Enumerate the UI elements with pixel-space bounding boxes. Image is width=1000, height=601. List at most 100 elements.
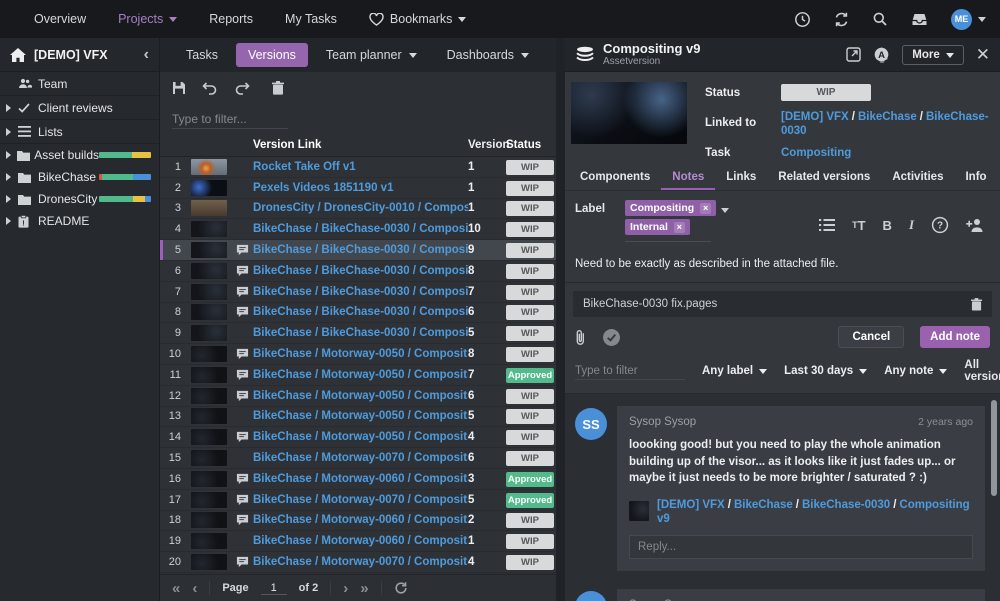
help-icon[interactable]: ? — [931, 216, 949, 234]
collapse-sidebar-icon[interactable]: ‹ — [144, 47, 149, 63]
status-badge[interactable]: WIP — [506, 451, 554, 466]
delete-icon[interactable] — [272, 81, 284, 95]
version-link[interactable]: BikeChase / Motorway-0060 / Compositing … — [253, 473, 468, 485]
status-badge[interactable]: Approved — [506, 368, 554, 383]
table-row[interactable]: 12BikeChase / Motorway-0050 / Compositin… — [160, 386, 556, 407]
detail-tab-notes[interactable]: Notes — [661, 171, 715, 190]
version-link[interactable]: Pexels Videos 1851190 v1 — [253, 182, 468, 194]
table-row[interactable]: 5BikeChase / BikeChase-0030 / Compositin… — [160, 240, 556, 261]
complete-check-icon[interactable] — [602, 328, 621, 347]
last-page-button[interactable]: » — [360, 581, 368, 596]
status-badge[interactable]: WIP — [506, 347, 554, 362]
version-link[interactable]: BikeChase / BikeChase-0030 / Compositing… — [253, 306, 468, 318]
version-link[interactable]: BikeChase / Motorway-0050 / Compositing … — [253, 410, 468, 422]
status-badge[interactable]: Approved — [506, 493, 554, 508]
breadcrumb-link[interactable]: BikeChase — [858, 111, 917, 123]
status-badge[interactable]: WIP — [506, 181, 554, 196]
sidebar-item-bikechase[interactable]: BikeChase — [0, 166, 159, 188]
detail-tab-related-versions[interactable]: Related versions — [767, 171, 881, 190]
version-link[interactable]: BikeChase / Motorway-0060 / Compositing … — [253, 535, 468, 547]
detail-tab-links[interactable]: Links — [715, 171, 767, 190]
chevron-right-icon[interactable] — [6, 151, 17, 159]
breadcrumb-link[interactable]: BikeChase-0030 — [802, 499, 890, 511]
scrollbar-thumb[interactable] — [991, 400, 997, 496]
status-badge[interactable]: WIP — [506, 389, 554, 404]
status-badge[interactable]: WIP — [506, 326, 554, 341]
topnav-item-reports[interactable]: Reports — [193, 0, 269, 38]
table-row[interactable]: 20BikeChase / Motorway-0070 / Compositin… — [160, 552, 556, 573]
table-row[interactable]: 7BikeChase / BikeChase-0030 / Compositin… — [160, 282, 556, 303]
history-clock-icon[interactable] — [794, 11, 811, 28]
column-status[interactable]: Status — [506, 139, 556, 151]
text-size-icon[interactable]: TT — [852, 218, 865, 233]
tab-dashboards[interactable]: Dashboards — [435, 43, 541, 67]
prev-page-button[interactable]: ‹ — [192, 581, 197, 596]
column-version-link[interactable]: Version Link — [253, 139, 468, 151]
undo-icon[interactable] — [202, 82, 218, 95]
version-link[interactable]: BikeChase / Motorway-0050 / Compositing … — [253, 369, 468, 381]
sidebar-item-readme[interactable]: !README — [0, 210, 159, 232]
status-badge[interactable]: WIP — [506, 430, 554, 445]
user-menu[interactable]: ME — [951, 9, 986, 30]
note-draft-text[interactable]: Need to be exactly as described in the a… — [565, 244, 1000, 283]
italic-icon[interactable]: I — [909, 217, 914, 233]
table-row[interactable]: 19BikeChase / Motorway-0060 / Compositin… — [160, 531, 556, 552]
status-badge[interactable]: WIP — [506, 555, 554, 570]
linked-version[interactable]: [DEMO] VFX/BikeChase/BikeChase-0030/Comp… — [629, 497, 973, 525]
next-page-button[interactable]: › — [343, 581, 348, 596]
topnav-item-bookmarks[interactable]: Bookmarks — [353, 0, 483, 38]
status-dropdown[interactable]: WIP — [781, 84, 871, 101]
sidebar-item-team[interactable]: Team — [0, 72, 159, 96]
table-row[interactable]: 16BikeChase / Motorway-0060 / Compositin… — [160, 469, 556, 490]
search-icon[interactable] — [872, 11, 888, 27]
add-person-icon[interactable] — [966, 218, 984, 232]
project-title[interactable]: [DEMO] VFX — [34, 48, 108, 62]
version-preview-thumbnail[interactable] — [571, 82, 687, 144]
detail-tab-components[interactable]: Components — [569, 171, 661, 190]
sidebar-item-client-reviews[interactable]: Client reviews — [0, 96, 159, 120]
filter-dropdown-any-label[interactable]: Any label — [702, 365, 767, 377]
column-version[interactable]: Version — [468, 139, 506, 151]
table-row[interactable]: 4BikeChase / BikeChase-0030 / Compositin… — [160, 219, 556, 240]
table-row[interactable]: 2Pexels Videos 1851190 v11WIP — [160, 178, 556, 199]
topnav-item-my-tasks[interactable]: My Tasks — [269, 0, 353, 38]
table-row[interactable]: 13BikeChase / Motorway-0050 / Compositin… — [160, 407, 556, 428]
chip-remove-icon[interactable]: × — [674, 222, 685, 233]
table-row[interactable]: 11BikeChase / Motorway-0050 / Compositin… — [160, 365, 556, 386]
version-link[interactable]: BikeChase / Motorway-0050 / Compositing … — [253, 348, 468, 360]
home-icon[interactable] — [10, 48, 26, 62]
version-link[interactable]: BikeChase / BikeChase-0030 / Compositing… — [253, 223, 468, 235]
inbox-tray-icon[interactable] — [910, 12, 929, 26]
table-row[interactable]: 14BikeChase / Motorway-0050 / Compositin… — [160, 427, 556, 448]
bold-icon[interactable]: B — [883, 218, 892, 233]
status-badge[interactable]: WIP — [506, 534, 554, 549]
chevron-right-icon[interactable] — [6, 217, 18, 225]
breadcrumb-link[interactable]: [DEMO] VFX — [781, 111, 849, 123]
version-link[interactable]: DronesCity / DronesCity-0010 / Compositi… — [253, 202, 468, 214]
version-link[interactable]: BikeChase / Motorway-0070 / Compositing … — [253, 494, 468, 506]
version-link[interactable]: BikeChase / Motorway-0070 / Compositing … — [253, 556, 468, 568]
status-badge[interactable]: WIP — [506, 201, 554, 216]
version-link[interactable]: BikeChase / Motorway-0070 / Compositing … — [253, 452, 468, 464]
version-link[interactable]: BikeChase / BikeChase-0030 / Compositing… — [253, 327, 468, 339]
topnav-item-overview[interactable]: Overview — [18, 0, 102, 38]
table-row[interactable]: 15BikeChase / Motorway-0070 / Compositin… — [160, 448, 556, 469]
filter-dropdown-last-30-days[interactable]: Last 30 days — [784, 365, 867, 377]
topnav-item-projects[interactable]: Projects — [102, 0, 193, 38]
status-badge[interactable]: WIP — [506, 264, 554, 279]
chevron-right-icon[interactable] — [6, 128, 18, 136]
status-badge[interactable]: WIP — [506, 160, 554, 175]
first-page-button[interactable]: « — [172, 581, 180, 596]
chip-remove-icon[interactable]: × — [700, 203, 711, 214]
breadcrumb-link[interactable]: [DEMO] VFX — [657, 499, 725, 511]
redo-icon[interactable] — [234, 82, 250, 95]
save-icon[interactable] — [172, 81, 186, 95]
version-link[interactable]: Rocket Take Off v1 — [253, 161, 468, 173]
add-note-button[interactable]: Add note — [920, 326, 990, 348]
spreadsheet-filter-input[interactable] — [172, 110, 288, 129]
tab-versions[interactable]: Versions — [236, 43, 308, 67]
table-row[interactable]: 18BikeChase / Motorway-0060 / Compositin… — [160, 511, 556, 532]
status-badge[interactable]: WIP — [506, 305, 554, 320]
page-number-input[interactable] — [261, 582, 287, 595]
status-badge[interactable]: WIP — [506, 285, 554, 300]
